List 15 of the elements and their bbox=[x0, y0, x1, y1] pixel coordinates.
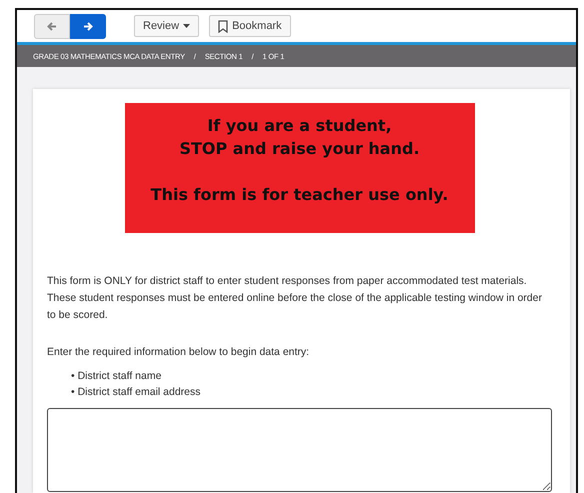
warning-text: STOP and raise your hand. bbox=[178, 138, 421, 160]
right-arrow-icon bbox=[83, 22, 93, 30]
answer-box[interactable] bbox=[47, 408, 552, 492]
caret-icon bbox=[183, 24, 190, 28]
warning-text: If you are a student, bbox=[206, 115, 393, 137]
intro-paragraph: This form is ONLY for district staff to enter student responses from paper accommodated test materials. These student responses must be entered online before the close of the applicable testing window in order to be scored. bbox=[47, 274, 543, 323]
instructions-text: Enter the required information below to begin data entry: bbox=[47, 346, 310, 358]
required-item: • District staff email address bbox=[71, 385, 202, 400]
review-button[interactable]: Review bbox=[134, 15, 200, 37]
forward-button[interactable] bbox=[70, 14, 106, 38]
required-item: • District staff name bbox=[71, 369, 162, 384]
bookmark-button[interactable]: Bookmark bbox=[209, 15, 291, 37]
left-arrow-icon bbox=[47, 22, 57, 30]
bookmark-icon bbox=[218, 20, 228, 32]
warning-text: This form is for teacher use only. bbox=[150, 185, 450, 204]
